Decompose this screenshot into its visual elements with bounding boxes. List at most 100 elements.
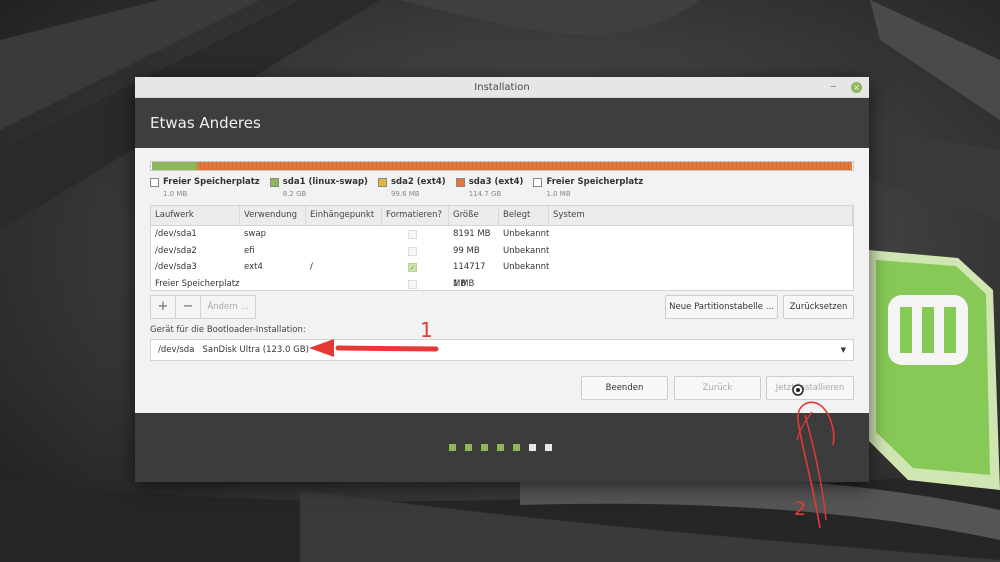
cell-system bbox=[549, 226, 853, 243]
progress-dots bbox=[449, 444, 561, 451]
legend-size: 99.6 MB bbox=[390, 190, 420, 198]
page-header: Etwas Anderes bbox=[135, 98, 869, 148]
legend-item: Freier Speicherplatz 1.0 MB bbox=[533, 176, 643, 202]
remove-partition-button[interactable]: − bbox=[176, 296, 201, 318]
table-row[interactable]: /dev/sda1 swap 8191 MB Unbekannt bbox=[151, 226, 853, 243]
partition-panel: Freier Speicherplatz 1.0 MB sda1 (linux-sw… bbox=[135, 148, 869, 413]
legend-label: sda3 (ext4) bbox=[468, 177, 524, 187]
cell-device: /dev/sda3 bbox=[155, 262, 197, 272]
cell-device: Freier Speicherplatz bbox=[155, 278, 240, 289]
legend-swatch bbox=[269, 178, 279, 187]
legend-item: sda1 (linux-swap) 8.2 GB bbox=[269, 176, 368, 202]
legend-swatch bbox=[377, 178, 387, 187]
progress-dot bbox=[465, 444, 472, 451]
partition-edit-buttons: + − Ändern ... bbox=[150, 295, 256, 319]
legend-swatch bbox=[533, 178, 543, 187]
legend-item: Freier Speicherplatz 1.0 MB bbox=[150, 176, 260, 202]
cell-used: Unbekannt bbox=[503, 229, 550, 239]
progress-dot bbox=[481, 444, 488, 451]
legend-item: sda2 (ext4) 99.6 MB bbox=[377, 176, 446, 202]
column-header[interactable]: Belegt bbox=[499, 206, 549, 225]
partition-bar-segment bbox=[197, 162, 853, 170]
bootloader-device-model: SanDisk Ultra (123.0 GB) bbox=[202, 345, 309, 355]
mint-logo bbox=[868, 250, 1000, 490]
legend-label: Freier Speicherplatz bbox=[546, 177, 644, 187]
cell-mount: / bbox=[310, 262, 313, 272]
cell-size: 114717 MB bbox=[453, 262, 486, 289]
format-checkbox[interactable] bbox=[408, 230, 417, 239]
table-row[interactable]: /dev/sda3 ext4 / ✓ 114717 MB Unbekannt bbox=[151, 259, 853, 289]
table-row[interactable]: /dev/sda2 efi 99 MB Unbekannt bbox=[151, 243, 853, 260]
chevron-down-icon: ▼ bbox=[840, 346, 846, 354]
legend-size: 1.0 MB bbox=[163, 190, 188, 198]
cell-use bbox=[240, 276, 306, 293]
column-header[interactable]: Einhängepunkt bbox=[306, 206, 382, 225]
partition-bar-segment bbox=[151, 162, 197, 170]
cell-use: swap bbox=[244, 229, 266, 239]
partition-bar bbox=[150, 161, 854, 171]
column-header[interactable]: Formatieren? bbox=[382, 206, 449, 225]
legend-size: 8.2 GB bbox=[282, 190, 307, 198]
progress-dot bbox=[449, 444, 456, 451]
table-header: Laufwerk Verwendung Einhängepunkt Formatier… bbox=[151, 206, 853, 226]
bootloader-label: Gerät für die Bootloader-Installation: bbox=[150, 325, 306, 335]
table-row[interactable]: Freier Speicherplatz 1 MB bbox=[151, 276, 853, 293]
column-header[interactable]: Verwendung bbox=[240, 206, 306, 225]
cell-system bbox=[549, 276, 853, 293]
new-partition-table-button[interactable]: Neue Partitionstabelle ... bbox=[665, 295, 778, 319]
progress-dot bbox=[529, 444, 536, 451]
page-title: Etwas Anderes bbox=[150, 114, 261, 132]
legend-label: sda1 (linux-swap) bbox=[282, 177, 368, 187]
minimize-button[interactable]: ‒ bbox=[827, 77, 839, 98]
progress-footer bbox=[135, 413, 869, 482]
close-button[interactable]: × bbox=[851, 82, 862, 93]
format-checkbox[interactable] bbox=[408, 246, 417, 256]
legend-size: 1.0 MB bbox=[546, 190, 571, 198]
format-cell bbox=[382, 243, 449, 260]
format-checkbox[interactable]: ✓ bbox=[408, 263, 417, 272]
cell-used: Unbekannt bbox=[503, 262, 550, 272]
cell-system bbox=[549, 259, 853, 276]
cell-mount bbox=[306, 243, 382, 260]
legend-swatch bbox=[455, 178, 465, 187]
format-cell bbox=[382, 276, 449, 293]
format-cell bbox=[382, 226, 449, 243]
column-header[interactable]: System bbox=[549, 206, 853, 225]
window-title: Installation bbox=[474, 82, 530, 93]
cell-device: /dev/sda1 bbox=[155, 229, 197, 239]
cell-system bbox=[549, 243, 853, 260]
cell-use: efi bbox=[244, 245, 255, 256]
add-partition-button[interactable]: + bbox=[151, 296, 176, 318]
legend-label: Freier Speicherplatz bbox=[163, 177, 260, 187]
bootloader-device-select[interactable]: /dev/sda SanDisk Ultra (123.0 GB) ▼ bbox=[150, 339, 854, 361]
cell-device: /dev/sda2 bbox=[155, 245, 197, 256]
window-titlebar[interactable]: Installation ‒ × bbox=[135, 77, 869, 98]
revert-button[interactable]: Zurücksetzen bbox=[783, 295, 854, 319]
install-now-button[interactable]: Jetzt installieren bbox=[766, 376, 854, 400]
back-button[interactable]: Zurück bbox=[674, 376, 761, 400]
column-header[interactable]: Laufwerk bbox=[151, 206, 240, 225]
table-body: /dev/sda1 swap 8191 MB Unbekannt/dev/sda2 ef… bbox=[151, 226, 853, 292]
cell-mount bbox=[306, 226, 382, 243]
cell-use: ext4 bbox=[244, 262, 263, 272]
cell-size: 1 MB bbox=[453, 278, 475, 289]
quit-button[interactable]: Beenden bbox=[581, 376, 668, 400]
legend-label: sda2 (ext4) bbox=[390, 177, 446, 187]
progress-dot bbox=[545, 444, 552, 451]
cell-used bbox=[499, 276, 549, 293]
partition-bar-segment bbox=[852, 162, 853, 170]
cell-size: 99 MB bbox=[453, 245, 480, 256]
column-header[interactable]: Größe bbox=[449, 206, 499, 225]
legend-size: 114.7 GB bbox=[468, 190, 502, 198]
change-partition-button[interactable]: Ändern ... bbox=[201, 296, 255, 318]
format-cell: ✓ bbox=[382, 259, 449, 276]
installer-window: Installation ‒ × Etwas Anderes Freier Sp… bbox=[135, 77, 869, 482]
progress-dot bbox=[497, 444, 504, 451]
cell-size: 8191 MB bbox=[453, 229, 491, 239]
partition-table[interactable]: Laufwerk Verwendung Einhängepunkt Formatier… bbox=[150, 205, 854, 291]
partition-legend: Freier Speicherplatz 1.0 MB sda1 (linux-sw… bbox=[150, 176, 854, 202]
progress-dot bbox=[513, 444, 520, 451]
legend-item: sda3 (ext4) 114.7 GB bbox=[455, 176, 524, 202]
format-checkbox[interactable] bbox=[408, 279, 417, 289]
cell-mount bbox=[306, 276, 382, 293]
